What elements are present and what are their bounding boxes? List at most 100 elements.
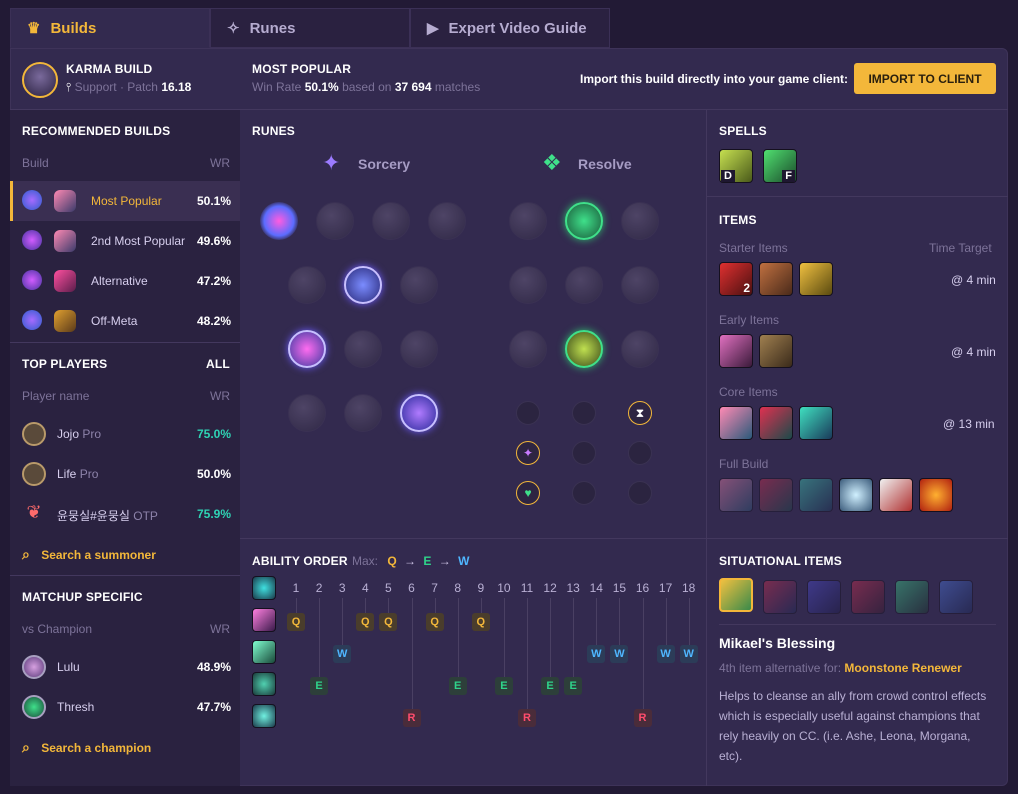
situational-item-3[interactable]	[807, 580, 841, 614]
search-summoner-link[interactable]: ⌕ Search a summoner	[22, 546, 156, 563]
shard-adaptive[interactable]	[516, 401, 540, 425]
rune-waterwalking[interactable]	[344, 394, 382, 432]
item-ionian-boots[interactable]	[759, 406, 793, 440]
item-icon	[54, 270, 76, 292]
item-dark-seal[interactable]	[719, 334, 753, 368]
rune-demolish[interactable]	[509, 202, 547, 240]
right-column-divider	[706, 110, 707, 786]
sidebar-divider	[10, 342, 240, 343]
full-item-fire[interactable]	[919, 478, 953, 512]
col-wr: WR	[210, 156, 230, 170]
shard-tenacity[interactable]	[572, 481, 596, 505]
build-name-2nd: 2nd Most Popular	[91, 234, 186, 248]
situational-item-2[interactable]	[763, 580, 797, 614]
rune-overgrowth[interactable]	[509, 330, 547, 368]
video-icon: ▶	[427, 20, 439, 37]
tab-runes-label: Runes	[249, 19, 296, 37]
level-number: 15	[612, 581, 627, 595]
rune-shield-bash[interactable]	[621, 202, 659, 240]
runes-title: RUNES	[252, 124, 296, 138]
item-icon	[54, 230, 76, 252]
item-stealth-ward[interactable]	[799, 262, 833, 296]
keystone-unknown[interactable]	[428, 202, 466, 240]
search-icon: ⌕	[22, 546, 30, 562]
rune-bone-plating[interactable]	[621, 266, 659, 304]
level-number: 14	[589, 581, 603, 595]
full-item-dream-maker[interactable]	[719, 478, 753, 512]
build-wr-off-meta: 48.2%	[197, 314, 232, 328]
item-count: 2	[743, 281, 750, 295]
keystone-summon-aery[interactable]	[260, 202, 298, 240]
max-first: Q	[387, 554, 397, 568]
item-moonstone[interactable]	[799, 406, 833, 440]
shard-adaptive-force[interactable]: ✦	[516, 441, 540, 465]
rune-absolute-focus[interactable]	[400, 330, 438, 368]
rune-revitalize[interactable]	[565, 330, 603, 368]
tab-builds[interactable]: ♛ Builds	[10, 8, 210, 48]
build-row-icons	[22, 190, 78, 212]
item-dream-maker[interactable]	[719, 406, 753, 440]
situational-item-6[interactable]	[939, 580, 973, 614]
item-boots[interactable]	[759, 334, 793, 368]
rune-unflinching[interactable]	[621, 330, 659, 368]
rune-celerity[interactable]	[344, 330, 382, 368]
shard-health-scaling[interactable]	[628, 441, 652, 465]
spell-exhaust[interactable]: D	[719, 149, 753, 183]
player-name: Life Pro	[57, 467, 98, 481]
situational-item-5[interactable]	[895, 580, 929, 614]
rune-scorch[interactable]	[288, 394, 326, 432]
full-item-wings[interactable]	[879, 478, 913, 512]
full-item-ionian-boots[interactable]	[759, 478, 793, 512]
situational-item-4[interactable]	[851, 580, 885, 614]
level-number: 1	[292, 581, 300, 595]
level-connector	[342, 598, 344, 645]
level-connector	[365, 598, 367, 613]
rune-nimbus-cloak[interactable]	[400, 266, 438, 304]
keystone-phase-rush[interactable]	[372, 202, 410, 240]
build-name-off-meta: Off-Meta	[91, 314, 138, 328]
player-avatar	[22, 422, 46, 446]
rune-axiom-arcanist[interactable]	[288, 266, 326, 304]
level-number: 9	[477, 581, 485, 595]
rune-font-of-life[interactable]	[565, 202, 603, 240]
full-item-moonstone[interactable]	[799, 478, 833, 512]
item-world-atlas[interactable]	[759, 262, 793, 296]
tab-expert-video-guide[interactable]: ▶ Expert Video Guide	[410, 8, 610, 48]
search-champion-link[interactable]: ⌕ Search a champion	[22, 739, 151, 756]
patch-prefix: · Patch	[119, 80, 158, 94]
player-name: 윤뭉실#윤뭉실 OTP	[57, 507, 158, 524]
sorcery-icon: ✦	[322, 150, 341, 175]
shard-move-speed[interactable]	[572, 441, 596, 465]
rune-gathering-storm[interactable]	[400, 394, 438, 432]
spell-flash[interactable]: F	[763, 149, 797, 183]
import-to-client-button[interactable]: IMPORT TO CLIENT	[854, 63, 996, 94]
item-icon	[54, 190, 76, 212]
full-build-label: Full Build	[719, 457, 769, 471]
most-popular-title: MOST POPULAR	[252, 62, 352, 76]
skill-level-w: W	[679, 645, 698, 663]
shard-health[interactable]: ♥	[516, 481, 540, 505]
rune-second-wind[interactable]	[565, 266, 603, 304]
level-connector	[319, 598, 321, 677]
winrate-line: Win Rate 50.1% based on 37 694 matches	[252, 80, 480, 94]
full-item-eye[interactable]	[839, 478, 873, 512]
situational-item-mikaels[interactable]	[719, 578, 753, 612]
rune-manaflow-band[interactable]	[344, 266, 382, 304]
rune-conditioning[interactable]	[509, 266, 547, 304]
ability-w-icon	[252, 640, 276, 664]
shard-ability-haste[interactable]: ⧗	[628, 401, 652, 425]
rune-transcendence[interactable]	[288, 330, 326, 368]
top-players-all-link[interactable]: ALL	[206, 357, 230, 371]
level-number: 3	[338, 581, 346, 595]
level-number: 2	[315, 581, 323, 595]
item-health-potion[interactable]: 2	[719, 262, 753, 296]
tab-runes[interactable]: ✧ Runes	[210, 8, 410, 48]
rune-keystone-icon	[22, 270, 42, 290]
level-connector	[550, 598, 552, 677]
shard-health-scaling-2[interactable]	[628, 481, 652, 505]
core-items-label: Core Items	[719, 385, 778, 399]
keystone-arcane-comet[interactable]	[316, 202, 354, 240]
level-number: 7	[431, 581, 438, 595]
ability-q-icon	[252, 608, 276, 632]
shard-attack-speed[interactable]	[572, 401, 596, 425]
